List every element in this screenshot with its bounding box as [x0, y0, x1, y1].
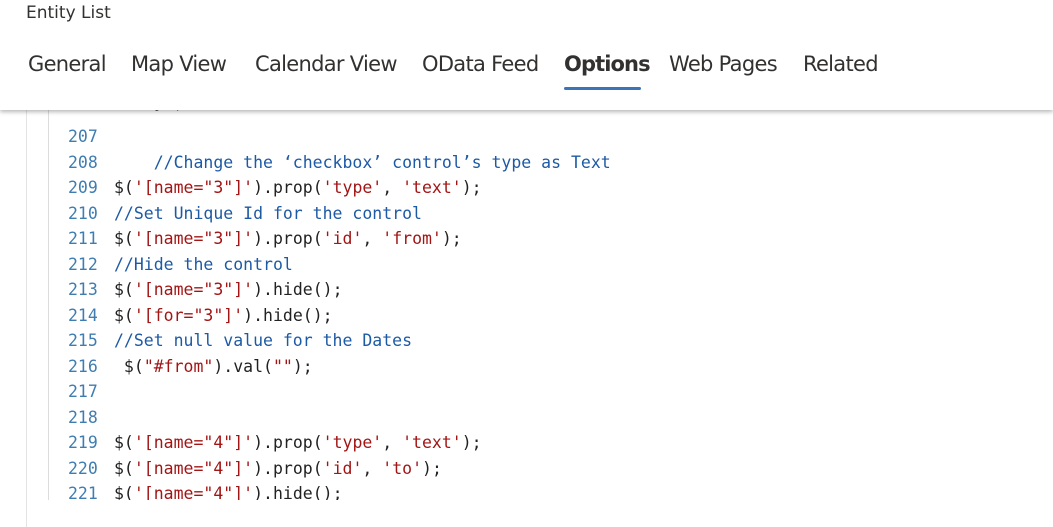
tab-related[interactable]: Related: [803, 52, 879, 76]
line-number: 213: [68, 280, 98, 299]
code-text: $(: [114, 433, 134, 452]
line-code: //Set Unique Id for the control: [114, 201, 422, 226]
line-code: //Set null value for the Dates: [114, 328, 412, 353]
code-editor[interactable]: 206 }); 207 208 //Change the ‘checkbox’ co…: [44, 110, 1053, 500]
code-text: );: [422, 459, 442, 478]
code-text: ).val(: [213, 357, 273, 376]
code-text: ).prop(: [253, 178, 323, 197]
page-header: Entity List General Map View Calendar Vi…: [0, 0, 1053, 110]
line-number: 207: [68, 127, 98, 146]
line-code: $('[name="3"]').prop('id', 'from');: [114, 226, 462, 251]
code-text: $(: [114, 280, 134, 299]
code-string: 'id': [322, 459, 363, 478]
code-string: '[name="3"]': [133, 178, 254, 197]
code-string: '[name="4"]': [133, 484, 254, 500]
code-text: $(: [114, 357, 144, 376]
line-number: 217: [68, 382, 98, 401]
code-string: 'type': [322, 433, 383, 452]
code-string: 'text': [402, 433, 462, 452]
code-string: 'from': [382, 229, 442, 248]
code-text: $(: [114, 306, 134, 325]
line-number: 215: [68, 331, 98, 350]
tab-calendar-view[interactable]: Calendar View: [255, 52, 398, 76]
line-number: 216: [68, 357, 98, 376]
tab-options[interactable]: Options: [564, 52, 651, 76]
code-text: $(: [114, 484, 134, 500]
code-string: 'id': [322, 229, 363, 248]
line-number: 206: [68, 110, 100, 115]
line-number: 211: [68, 229, 98, 248]
code-string: 'type': [322, 178, 383, 197]
line-number: 209: [68, 178, 98, 197]
gutter-divider: [48, 110, 49, 500]
code-text: );: [461, 433, 482, 452]
code-string: '[for="3"]': [133, 306, 244, 325]
code-text: ,: [362, 229, 383, 248]
code-text: );: [441, 229, 462, 248]
page-left-border: [26, 110, 27, 527]
code-text: ).hide();: [253, 280, 343, 299]
code-comment: //Set null value for the Dates: [114, 331, 413, 350]
line-code: $('[name="4"]').prop('type', 'text');: [114, 430, 482, 455]
line-number: 208: [68, 153, 98, 172]
line-code: //Hide the control: [114, 252, 293, 277]
code-text: );: [461, 178, 482, 197]
code-string: '[name="4"]': [133, 459, 254, 478]
code-string: '[name="3"]': [133, 280, 254, 299]
code-text: ).hide();: [243, 306, 333, 325]
code-string: "#from": [143, 357, 214, 376]
line-number: 214: [68, 306, 98, 325]
code-string: '[name="3"]': [133, 229, 254, 248]
code-text: $(: [114, 459, 134, 478]
line-code: $('[for="3"]').hide();: [114, 303, 333, 328]
code-text: $(: [114, 229, 134, 248]
line-number: 218: [68, 408, 98, 427]
line-code: $('[name="3"]').hide();: [114, 277, 343, 302]
code-text: ).prop(: [253, 229, 323, 248]
code-text: ,: [362, 459, 383, 478]
code-text: $(: [114, 178, 134, 197]
code-comment: //Hide the control: [114, 255, 293, 274]
code-text: ).prop(: [253, 433, 323, 452]
tab-general[interactable]: General: [28, 52, 107, 76]
code-text: ).prop(: [253, 459, 323, 478]
code-string: 'text': [402, 178, 462, 197]
active-tab-indicator: [564, 87, 641, 90]
code-string: "": [272, 357, 293, 376]
code-text: });: [114, 110, 184, 112]
line-number: 220: [68, 459, 98, 478]
line-number: 219: [68, 433, 98, 452]
line-number: 221: [68, 484, 98, 500]
code-text: );: [292, 357, 313, 376]
tab-web-pages[interactable]: Web Pages: [669, 52, 778, 76]
line-code: $("#from").val("");: [114, 354, 313, 379]
entity-title: Entity List: [26, 3, 111, 23]
code-text: ,: [382, 433, 403, 452]
tab-map-view[interactable]: Map View: [131, 52, 227, 76]
line-code: //Change the ‘checkbox’ control’s type a…: [114, 150, 611, 175]
line-number: 210: [68, 204, 98, 223]
line-code: $('[name="4"]').hide();: [114, 481, 343, 500]
line-code: $('[name="3"]').prop('type', 'text');: [114, 175, 482, 200]
code-string: '[name="4"]': [133, 433, 254, 452]
code-text: ).hide();: [253, 484, 343, 500]
tab-odata-feed[interactable]: OData Feed: [422, 52, 539, 76]
code-string: 'to': [382, 459, 423, 478]
code-comment: //Change the ‘checkbox’ control’s type a…: [114, 153, 611, 172]
code-text: ,: [382, 178, 403, 197]
line-number: 212: [68, 255, 98, 274]
line-code: $('[name="4"]').prop('id', 'to');: [114, 456, 442, 481]
line-code: });: [114, 110, 184, 115]
code-comment: //Set Unique Id for the control: [114, 204, 422, 223]
